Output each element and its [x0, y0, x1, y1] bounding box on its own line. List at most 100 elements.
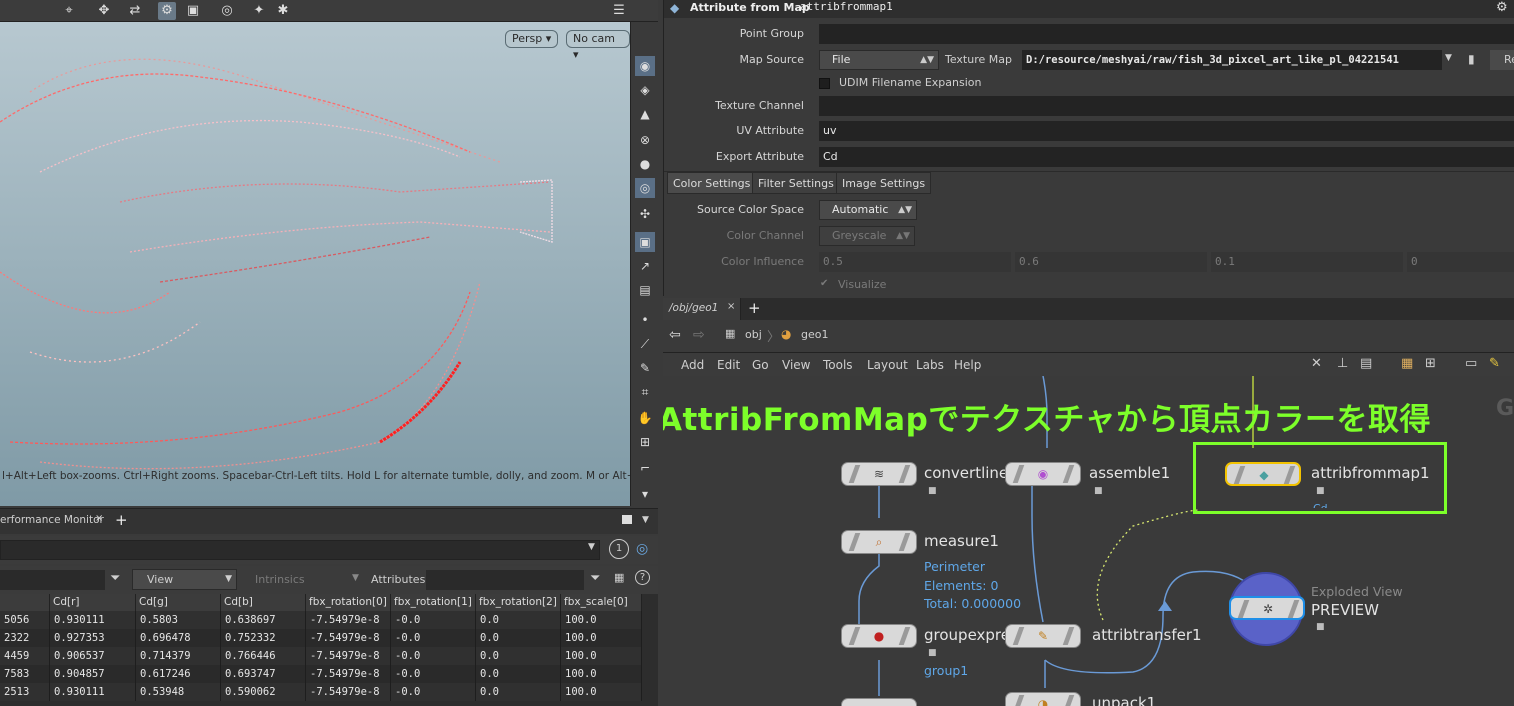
node-measure1[interactable]: ⌕ — [841, 530, 917, 554]
tab-image-settings[interactable]: Image Settings — [836, 172, 932, 194]
node-attribfrommap1[interactable]: ◆ — [1225, 462, 1301, 486]
tree-icon[interactable]: ⊥ — [1337, 356, 1348, 371]
target-icon[interactable]: ✣ — [635, 204, 655, 224]
perspective-menu[interactable]: Persp ▾ — [505, 30, 559, 48]
sticky-icon[interactable]: ✎ — [1489, 356, 1500, 371]
node-partial[interactable] — [841, 698, 917, 706]
node-attribtransfer1[interactable]: ✎ — [1005, 624, 1081, 648]
record-icon[interactable]: ◎ — [218, 2, 236, 20]
close-icon[interactable]: ⊗ — [635, 130, 655, 150]
help-icon[interactable]: ? — [635, 570, 650, 585]
menu-help[interactable]: Help — [954, 358, 981, 372]
file-browse-icon[interactable]: ▮ — [1468, 52, 1475, 66]
node-assemble1[interactable]: ◉ — [1005, 462, 1081, 486]
checkmark-icon[interactable]: ✔ — [820, 278, 828, 289]
list-icon[interactable]: ▤ — [1360, 356, 1372, 371]
color-influence-r[interactable]: 0.5 — [819, 252, 1011, 272]
column-header[interactable]: fbx_rotation[2] — [476, 594, 561, 611]
maximize-icon[interactable] — [622, 515, 632, 524]
tab-obj-geo1[interactable]: /obj/geo1 × — [663, 298, 741, 320]
export-attribute-field[interactable]: Cd — [819, 147, 1514, 167]
tools-icon[interactable]: ✕ — [1311, 356, 1322, 371]
color-influence-b[interactable]: 0.1 — [1211, 252, 1403, 272]
tab-performance-monitor[interactable]: erformance Monitor — [0, 514, 104, 526]
pin-icon[interactable]: ◎ — [636, 541, 648, 557]
camera-icon[interactable]: ▣ — [184, 2, 202, 20]
uv-attribute-field[interactable]: uv — [819, 121, 1514, 141]
color-influence-a[interactable]: 0 — [1407, 252, 1514, 272]
column-header[interactable]: Cd[b] — [221, 594, 306, 611]
corner-icon[interactable]: ⌐ — [635, 458, 655, 478]
table-row[interactable]: 2322 0.927353 0.696478 0.752332 -7.54979e-8-… — [0, 629, 642, 647]
texture-map-field[interactable]: D:/resource/meshyai/raw/fish_3d_pixcel_a… — [1022, 50, 1442, 70]
camera-menu[interactable]: No cam ▾ — [566, 30, 630, 61]
menu-labs[interactable]: Labs — [916, 358, 944, 372]
reload-button[interactable]: Re — [1490, 50, 1514, 70]
node-unpack1[interactable]: ◑ — [1005, 692, 1081, 706]
scroll-down-icon[interactable]: ▾ — [635, 484, 655, 504]
source-color-space-dropdown[interactable]: Automatic ▲▼ — [819, 200, 917, 220]
view-tool-icon[interactable]: ⚙ — [158, 2, 176, 20]
node-path-field[interactable] — [0, 540, 600, 560]
chevron-down-icon[interactable]: ▼ — [352, 573, 359, 583]
column-header[interactable]: Cd[r] — [50, 594, 136, 611]
ghost-icon[interactable]: ◈ — [635, 80, 655, 100]
view-dropdown[interactable]: View ▼ — [132, 569, 237, 590]
udim-checkbox[interactable] — [819, 78, 830, 89]
table-row[interactable]: 4459 0.906537 0.714379 0.766446 -7.54979e-8-… — [0, 647, 642, 665]
palette-icon[interactable]: ▦ — [1401, 356, 1413, 371]
settings-icon[interactable]: ▦ — [614, 571, 624, 584]
table-row[interactable]: 5056 0.930111 0.5803 0.638697 -7.54979e-8 -0.… — [0, 611, 642, 629]
brush-icon[interactable]: ✋ — [635, 408, 655, 428]
lock-icon[interactable]: ▲ — [635, 104, 655, 124]
panel-menu-icon[interactable]: ▼ — [642, 515, 649, 525]
attributes-field[interactable] — [426, 570, 584, 590]
back-arrow-icon[interactable]: ⇦ — [669, 327, 681, 343]
close-icon[interactable]: × — [727, 301, 735, 312]
node-name-field[interactable]: attribfrommap1 — [800, 0, 893, 13]
chevron-down-icon[interactable]: ▼ — [1445, 53, 1452, 63]
handle-tool-icon[interactable]: ⇄ — [126, 2, 144, 20]
camera-view-icon[interactable]: ▣ — [635, 232, 655, 252]
texture-channel-field[interactable] — [819, 96, 1514, 116]
node-groupexpression[interactable]: ● — [841, 624, 917, 648]
column-header[interactable]: Cd[g] — [136, 594, 221, 611]
snap-icon[interactable]: ✦ — [250, 2, 268, 20]
grid-icon[interactable]: ⊞ — [1425, 356, 1436, 371]
intrinsics-label[interactable]: Intrinsics — [255, 573, 305, 586]
tab-close-icon[interactable]: × — [95, 513, 103, 524]
grid-icon[interactable]: ⊞ — [635, 432, 655, 452]
sphere-icon[interactable]: ● — [635, 154, 655, 174]
menu-layout[interactable]: Layout — [867, 358, 908, 372]
cursor-icon[interactable]: ↗ — [635, 256, 655, 276]
node-preview[interactable]: ✲ — [1229, 596, 1305, 620]
help-button[interactable]: 1 — [609, 539, 629, 559]
menu-edit[interactable]: Edit — [717, 358, 740, 372]
network-editor[interactable]: AttribFromMapでテクスチャから頂点カラーを取得 G ≋ conver… — [663, 376, 1514, 706]
dot-icon[interactable]: • — [635, 310, 655, 330]
filter-icon[interactable]: ⏷ — [590, 571, 600, 586]
menu-add[interactable]: Add — [681, 358, 704, 372]
color-influence-g[interactable]: 0.6 — [1015, 252, 1207, 272]
filter-field[interactable] — [0, 570, 105, 590]
3d-viewport[interactable]: Persp ▾ No cam ▾ l+Alt+Left box-zooms. C… — [0, 22, 630, 506]
settings-icon[interactable]: ✱ — [274, 2, 292, 20]
menu-view[interactable]: View — [782, 358, 810, 372]
map-source-dropdown[interactable]: File ▲▼ — [819, 50, 939, 70]
column-header[interactable]: fbx_rotation[1] — [391, 594, 476, 611]
point-group-field[interactable] — [819, 24, 1514, 44]
table-row[interactable]: 2513 0.930111 0.53948 0.590062 -7.54979e-8 -0… — [0, 683, 642, 701]
measure-icon[interactable]: ⟋ — [635, 334, 655, 354]
menu-go[interactable]: Go — [752, 358, 769, 372]
tab-filter-settings[interactable]: Filter Settings — [752, 172, 840, 194]
paint-icon[interactable]: ✎ — [635, 358, 655, 378]
display-options-icon[interactable]: ☰ — [610, 2, 628, 20]
breadcrumb-obj[interactable]: obj — [745, 328, 762, 341]
note-icon[interactable]: ▭ — [1465, 356, 1477, 371]
chevron-down-icon[interactable]: ▼ — [588, 542, 595, 552]
color-channel-dropdown[interactable]: Greyscale ▲▼ — [819, 226, 915, 246]
menu-tools[interactable]: Tools — [823, 358, 853, 372]
transform-tool-icon[interactable]: ✥ — [95, 2, 113, 20]
breadcrumb-geo1[interactable]: geo1 — [801, 328, 828, 341]
filter-icon[interactable]: ⏷ — [110, 571, 120, 586]
